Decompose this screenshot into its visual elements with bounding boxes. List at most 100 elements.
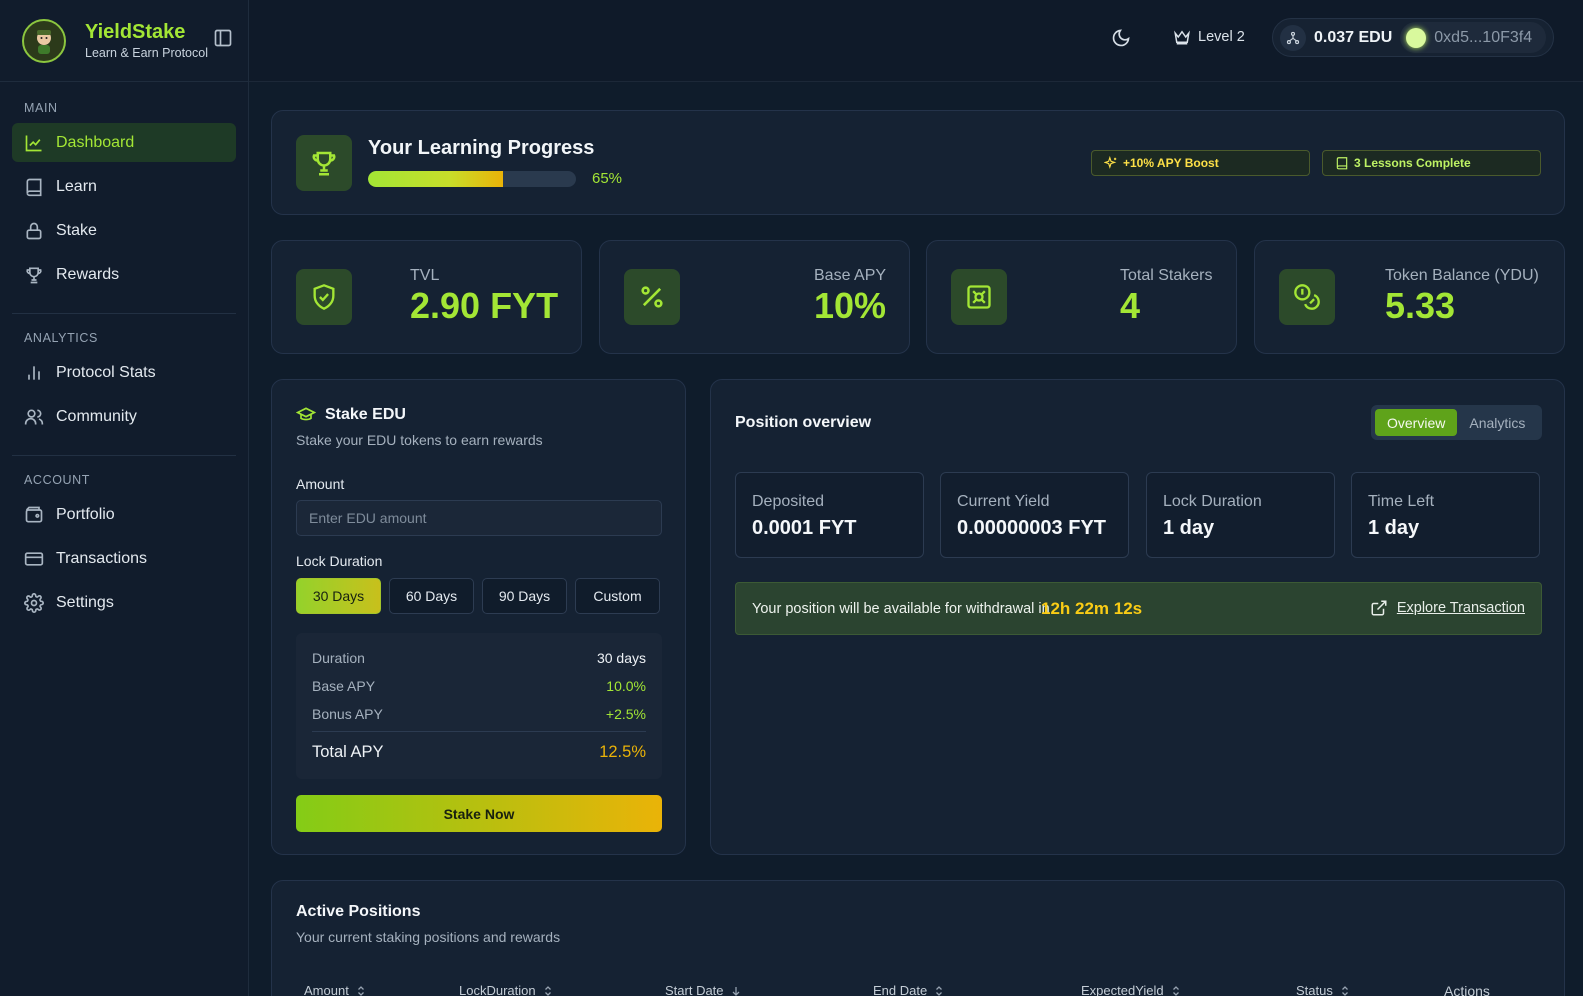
metric-time-left: Time Left 1 day <box>1351 472 1540 558</box>
wallet-address-button[interactable]: 0xd5...10F3f4 <box>1400 22 1547 53</box>
column-label: LockDuration <box>459 983 536 996</box>
sparkles-icon <box>1104 156 1118 170</box>
sidebar-item-transactions[interactable]: Transactions <box>12 539 236 578</box>
column-header-actions: Actions <box>1444 983 1490 996</box>
position-title: Position overview <box>735 414 872 431</box>
tab-overview[interactable]: Overview <box>1375 409 1458 436</box>
sidebar-item-label: Learn <box>56 177 97 195</box>
metric-label: Time Left <box>1368 493 1435 510</box>
sidebar-item-community[interactable]: Community <box>12 397 236 436</box>
sidebar-item-dashboard[interactable]: Dashboard <box>12 123 236 162</box>
column-header-amount[interactable]: Amount <box>304 983 367 996</box>
duration-60-days-button[interactable]: 60 Days <box>389 578 474 614</box>
sidebar-item-label: Protocol Stats <box>56 363 156 381</box>
wallet-widget[interactable]: 0.037 EDU 0xd5...10F3f4 <box>1272 18 1554 57</box>
brand-tagline: Learn & Earn Protocol <box>85 46 208 60</box>
vault-icon <box>951 269 1007 325</box>
apy-boost-badge: +10% APY Boost <box>1091 150 1310 176</box>
moon-icon[interactable] <box>1111 28 1131 48</box>
stat-card-token-balance: Token Balance (YDU) 5.33 <box>1254 240 1565 354</box>
network-icon[interactable] <box>1280 24 1306 51</box>
column-label: Actions <box>1444 983 1490 996</box>
summary-row-duration: Duration 30 days <box>312 650 646 666</box>
nav-heading-account: ACCOUNT <box>24 473 91 487</box>
summary-row-base-apy: Base APY 10.0% <box>312 678 646 694</box>
shield-check-icon <box>296 269 352 325</box>
stake-subtitle: Stake your EDU tokens to earn rewards <box>296 432 543 448</box>
level-indicator[interactable]: Level 2 <box>1173 28 1245 46</box>
metric-value: 0.00000003 FYT <box>957 517 1106 539</box>
duration-30-days-button[interactable]: 30 Days <box>296 578 381 614</box>
learning-progress-bar <box>368 171 576 187</box>
column-label: Status <box>1296 983 1333 996</box>
summary-label: Duration <box>312 650 365 666</box>
column-header-lock-duration[interactable]: LockDuration <box>459 983 554 996</box>
brand[interactable]: YieldStake Learn & Earn Protocol <box>0 0 248 82</box>
column-header-end-date[interactable]: End Date <box>873 983 945 996</box>
column-label: End Date <box>873 983 928 996</box>
metric-deposited: Deposited 0.0001 FYT <box>735 472 924 558</box>
stat-value: 2.90 FYT <box>410 285 559 326</box>
metric-label: Lock Duration <box>1163 493 1262 510</box>
metric-label: Deposited <box>752 493 825 510</box>
sidebar-item-stake[interactable]: Stake <box>12 211 236 250</box>
sort-icon <box>1339 985 1351 996</box>
column-label: Amount <box>304 983 349 996</box>
sidebar: YieldStake Learn & Earn Protocol MAIN Da… <box>0 0 249 996</box>
sidebar-item-learn[interactable]: Learn <box>12 167 236 206</box>
column-header-expected-yield[interactable]: ExpectedYield <box>1081 983 1182 996</box>
nav-divider <box>12 455 236 456</box>
sidebar-item-portfolio[interactable]: Portfolio <box>12 495 236 534</box>
summary-row-total-apy: Total APY 12.5% <box>312 743 646 762</box>
sidebar-item-protocol-stats[interactable]: Protocol Stats <box>12 353 236 392</box>
active-positions-subtitle: Your current staking positions and rewar… <box>296 929 561 945</box>
position-overview-card: Position overview Overview Analytics Dep… <box>710 379 1565 855</box>
stat-value: 5.33 <box>1385 285 1456 326</box>
sidebar-toggle-icon[interactable] <box>213 28 233 48</box>
apy-summary: Duration 30 days Base APY 10.0% Bonus AP… <box>296 633 662 779</box>
coins-icon <box>1279 269 1335 325</box>
sidebar-item-rewards[interactable]: Rewards <box>12 255 236 294</box>
avatar <box>1406 27 1427 48</box>
graduation-cap-icon <box>296 405 316 425</box>
brand-name: YieldStake <box>85 21 186 43</box>
sort-icon <box>542 985 554 996</box>
column-header-status[interactable]: Status <box>1296 983 1351 996</box>
stake-now-button[interactable]: Stake Now <box>296 795 662 832</box>
active-positions-card: Active Positions Your current staking po… <box>271 880 1565 996</box>
explore-transaction-link[interactable]: Explore Transaction <box>1370 599 1525 617</box>
tab-analytics[interactable]: Analytics <box>1457 409 1537 436</box>
sidebar-item-label: Portfolio <box>56 505 115 523</box>
wallet-balance: 0.037 EDU <box>1314 28 1393 46</box>
sort-icon <box>1170 985 1182 996</box>
nav-section-main: MAIN Dashboard Learn Stake Rewards <box>0 98 248 294</box>
column-label: ExpectedYield <box>1081 983 1164 996</box>
duration-90-days-button[interactable]: 90 Days <box>482 578 567 614</box>
percent-icon <box>624 269 680 325</box>
nav-section-account: ACCOUNT Portfolio Transactions Settings <box>0 470 248 622</box>
stat-value: 4 <box>1120 285 1141 326</box>
sidebar-item-label: Settings <box>56 593 114 611</box>
metric-lock-duration: Lock Duration 1 day <box>1146 472 1335 558</box>
bar-chart-icon <box>24 363 44 383</box>
column-header-start-date[interactable]: Start Date <box>665 983 742 996</box>
stake-title: Stake EDU <box>296 405 406 425</box>
withdrawal-countdown: 12h 22m 12s <box>1041 599 1143 618</box>
amount-label: Amount <box>296 476 345 492</box>
withdrawal-notice: Your position will be available for with… <box>735 582 1542 635</box>
summary-value: +2.5% <box>605 706 646 722</box>
summary-value: 10.0% <box>606 678 646 694</box>
amount-input[interactable] <box>296 500 662 536</box>
progress-percent: 65% <box>592 170 623 187</box>
metric-value: 1 day <box>1368 517 1420 539</box>
summary-label: Base APY <box>312 678 376 694</box>
progress-title: Your Learning Progress <box>368 137 595 159</box>
book-icon <box>24 177 44 197</box>
sidebar-item-settings[interactable]: Settings <box>12 583 236 622</box>
brand-logo <box>22 18 66 63</box>
stat-label: Total Stakers <box>1120 267 1213 284</box>
lock-duration-label: Lock Duration <box>296 553 383 569</box>
position-tabs: Overview Analytics <box>1371 405 1542 440</box>
summary-row-bonus-apy: Bonus APY +2.5% <box>312 706 646 722</box>
duration-custom-button[interactable]: Custom <box>575 578 660 614</box>
